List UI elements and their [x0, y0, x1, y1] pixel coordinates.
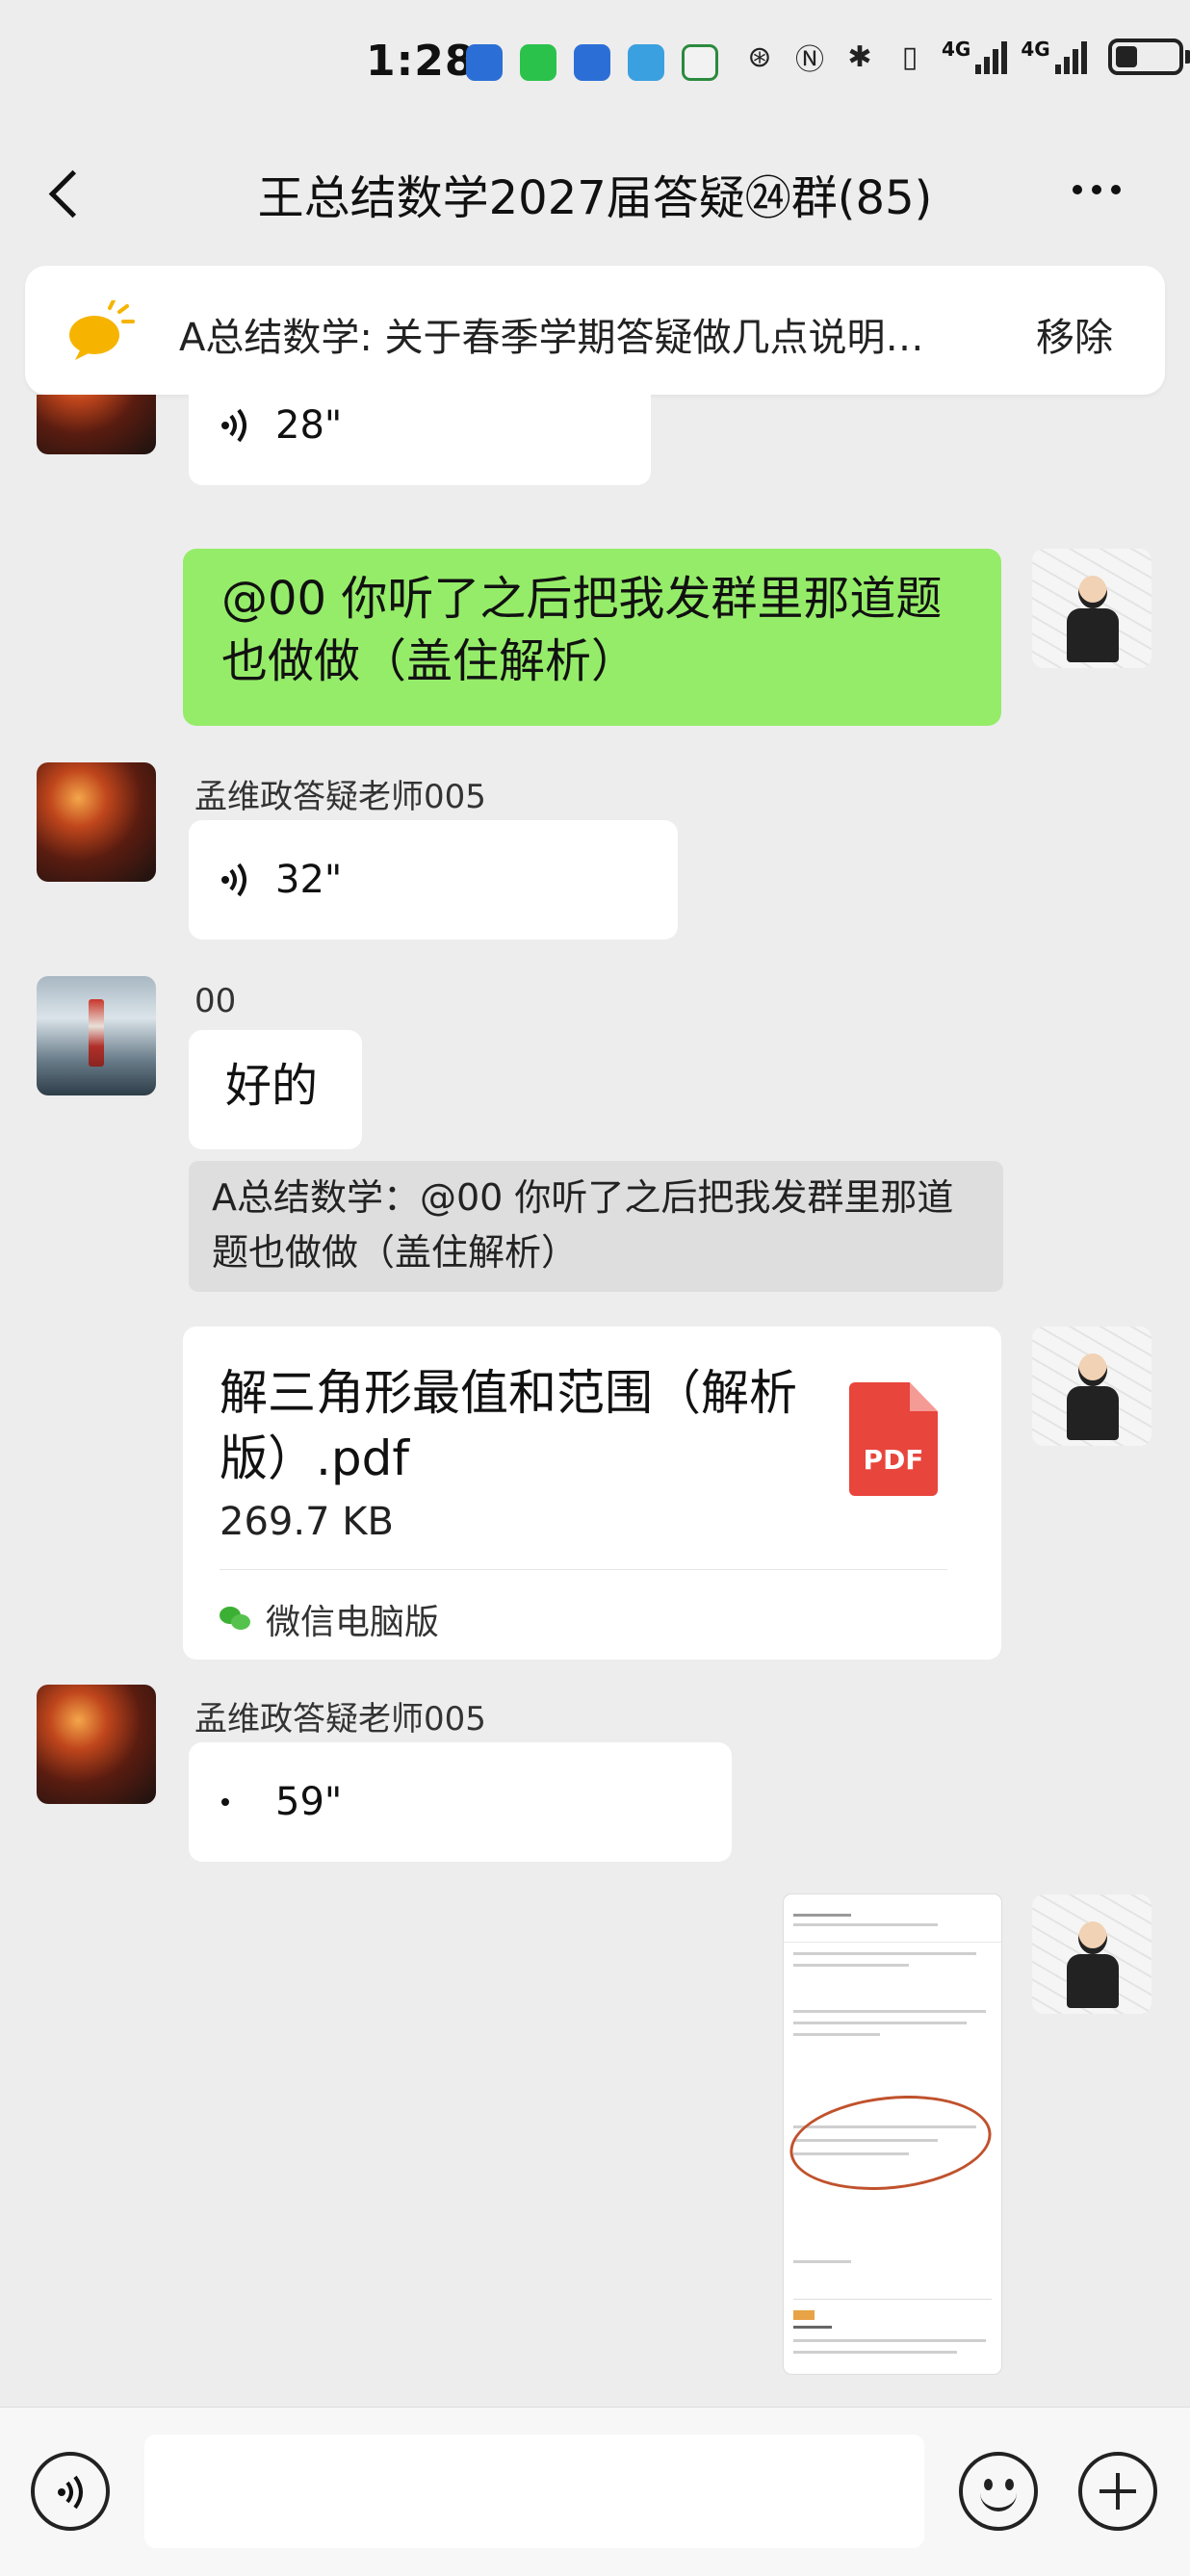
voice-message[interactable]: 59" — [189, 1742, 732, 1862]
message-input[interactable] — [144, 2434, 924, 2548]
message-text: @00 你听了之后把我发群里那道题也做做（盖住解析） — [221, 572, 943, 688]
voice-input-button[interactable] — [31, 2452, 110, 2531]
wechat-icon — [220, 1605, 252, 1634]
battery-fill — [1115, 46, 1137, 67]
vibrate-icon: ▯ — [901, 39, 918, 74]
remove-pin-button[interactable]: 移除 — [1036, 306, 1113, 362]
annotation-circle — [785, 2086, 996, 2200]
voice-duration: 59" — [275, 1780, 343, 1824]
more-actions-button[interactable] — [1078, 2452, 1157, 2531]
pinned-text: A总结数学: 关于春季学期答疑做几点说明… — [179, 316, 924, 360]
my-avatar[interactable] — [1032, 549, 1151, 668]
input-bar — [0, 2407, 1190, 2576]
nfc-icon: Ⓝ — [795, 43, 824, 77]
battery-icon — [1107, 39, 1190, 75]
avatar[interactable] — [37, 395, 156, 454]
message-text: 好的 — [225, 1059, 319, 1113]
file-source: 微信电脑版 — [220, 1594, 439, 1644]
emoji-button[interactable] — [959, 2452, 1038, 2531]
file-source-label: 微信电脑版 — [266, 1603, 440, 1642]
sent-text-message[interactable]: @00 你听了之后把我发群里那道题也做做（盖住解析） — [183, 549, 1001, 726]
sender-name: 孟维政答疑老师005 — [194, 1700, 486, 1739]
system-icons: ⊛ Ⓝ ✱ ▯ 4G 4G — [741, 38, 1190, 77]
my-avatar[interactable] — [1032, 1894, 1151, 2014]
image-thumbnail-header — [784, 1894, 1001, 1943]
my-avatar[interactable] — [1032, 1327, 1151, 1446]
voice-duration: 28" — [275, 403, 343, 448]
quoted-text: A总结数学：@00 你听了之后把我发群里那道题也做做（盖住解析） — [212, 1176, 954, 1274]
sender-name: 孟维政答疑老师005 — [194, 778, 486, 816]
avatar[interactable] — [37, 762, 156, 882]
app-notification-icon — [682, 44, 718, 81]
file-size: 269.7 KB — [220, 1500, 394, 1544]
avatar[interactable] — [37, 1685, 156, 1804]
notification-icons — [466, 44, 718, 81]
message-list[interactable]: 28" @00 你听了之后把我发群里那道题也做做（盖住解析） 孟维政答疑老师00… — [0, 395, 1190, 2407]
signal-2-icon: 4G — [1021, 38, 1087, 74]
pdf-fold-icon — [910, 1382, 938, 1411]
voice-wave-icon — [58, 2475, 83, 2510]
signal-1-label: 4G — [942, 38, 971, 61]
voice-duration: 32" — [275, 858, 343, 902]
speech-bubble-icon — [69, 300, 135, 360]
app-notification-icon — [466, 44, 503, 81]
group-title: 王总结数学2027届答疑㉔群(85) — [257, 171, 933, 225]
voice-wave-icon — [221, 863, 246, 897]
home-app-notification-icon — [628, 44, 664, 81]
voice-message[interactable]: 32" — [189, 820, 678, 940]
quoted-message[interactable]: A总结数学：@00 你听了之后把我发群里那道题也做做（盖住解析） — [189, 1161, 1003, 1292]
file-name: 解三角形最值和范围（解析版）.pdf — [220, 1365, 797, 1486]
image-message[interactable] — [784, 1894, 1001, 2374]
signal-2-label: 4G — [1021, 38, 1050, 61]
status-bar: 1:28 ⊛ Ⓝ ✱ ▯ 4G 4G — [0, 0, 1190, 135]
voice-wave-icon — [221, 1798, 229, 1806]
bluetooth-icon: ✱ — [847, 39, 872, 74]
text-message[interactable]: 好的 — [189, 1030, 362, 1149]
hotspot-icon: ⊛ — [747, 39, 772, 74]
pdf-badge: PDF — [863, 1444, 924, 1476]
more-options-button[interactable] — [1073, 185, 1121, 194]
status-time: 1:28 — [366, 37, 476, 86]
divider — [220, 1569, 947, 1570]
voice-wave-icon — [221, 408, 246, 443]
wechat-notification-icon — [520, 44, 556, 81]
avatar[interactable] — [37, 976, 156, 1095]
pinned-announcement[interactable]: A总结数学: 关于春季学期答疑做几点说明… 移除 — [25, 266, 1165, 395]
chat-header: 王总结数学2027届答疑㉔群(85) — [0, 135, 1190, 250]
signal-1-icon: 4G — [942, 38, 1008, 74]
app-notification-icon — [574, 44, 610, 81]
file-message[interactable]: 解三角形最值和范围（解析版）.pdf 269.7 KB PDF 微信电脑版 — [183, 1327, 1001, 1660]
voice-message[interactable]: 28" — [189, 395, 651, 485]
sender-name: 00 — [194, 982, 237, 1020]
